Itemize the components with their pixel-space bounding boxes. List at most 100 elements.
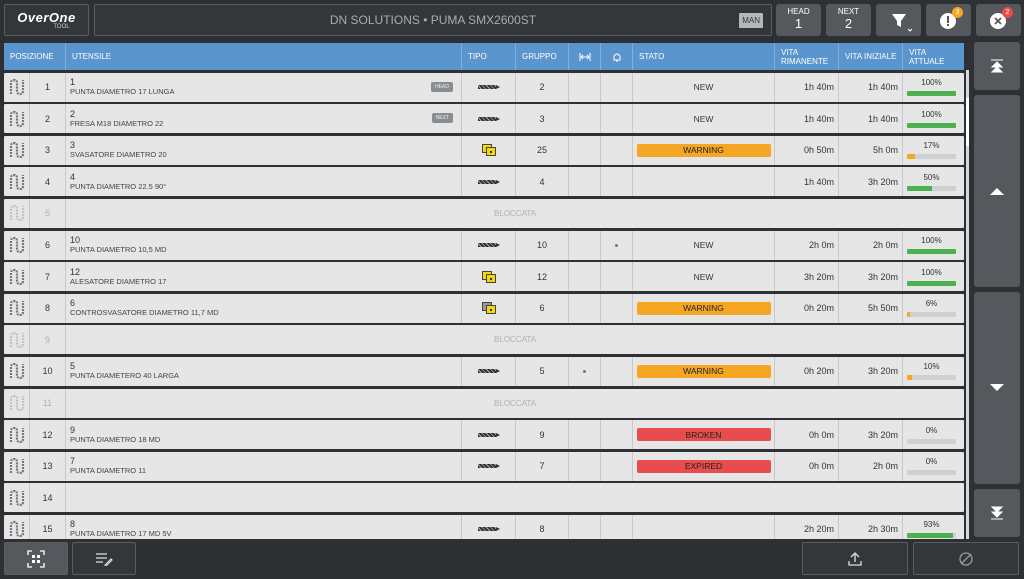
col-stato[interactable]: STATO [633,43,775,70]
col-vita-attuale[interactable]: VITA ATTUALE [903,43,960,70]
row-length-flag [569,293,601,323]
tool-number: 8 [70,519,76,530]
col-clamp[interactable] [601,43,633,70]
table-scrollbar[interactable] [966,70,969,539]
row-vita-attuale: 100% [903,231,960,260]
row-chain-icon [4,167,30,197]
row-gruppo: 5 [516,356,569,386]
table-row[interactable]: 13 7 PUNTA DIAMETRO 11 7 EXPIRED 0h 0m 2h 0m 0% [4,451,964,481]
table-row[interactable]: 15 8 PUNTA DIAMETRO 17 MD 5V 8 2h 20m 2h 30m 9… [4,514,964,539]
col-tipo[interactable]: TIPO [462,43,516,70]
life-percent: 93% [923,520,940,530]
drill-icon [477,179,500,184]
filter-icon [892,14,913,32]
chain-icon [9,331,24,348]
table-body: 1 1 PUNTA DIAMETRO 17 LUNGA HEAD 2 NEW 1h 40m 1… [4,72,964,539]
table-row[interactable]: 4 4 PUNTA DIAMETRO 22.5 90° 4 1h 40m 3h 20m 50… [4,167,964,197]
row-position: 14 [30,483,66,513]
status-badge: NEW [693,113,714,124]
tool-number: 4 [70,171,76,182]
disable-tool-button[interactable] [913,542,1019,575]
locked-row[interactable]: 9 BLOCCATA [4,325,964,355]
double-up-icon [990,59,1004,73]
row-length-flag [569,104,601,134]
row-position: 3 [30,135,66,165]
chain-icon [9,363,24,380]
table-row[interactable]: 6 10 PUNTA DIAMETRO 10,5 MD 10 NEW 2h 0m 2h 0m… [4,230,964,260]
chain-icon [9,458,24,475]
warning-icon [940,13,956,29]
edit-list-button[interactable] [72,542,136,575]
row-clamp-flag [601,104,633,134]
locked-label: BLOCCATA [494,208,536,218]
table-row[interactable]: 2 2 FRESA M18 DIAMETRO 22 NEXT 3 NEW 1h 40m 1h … [4,104,964,134]
filter-button[interactable] [876,4,921,36]
row-stato: NEW [633,230,775,260]
row-gruppo: 6 [516,293,569,323]
head-value: 1 [794,16,803,31]
row-tipo [462,167,516,197]
life-percent: 50% [923,172,940,182]
locked-row[interactable]: 11 BLOCCATA [4,388,964,418]
next-caption: NEXT [837,7,860,16]
status-badge: NEW [693,240,714,251]
row-clamp-flag [601,451,633,481]
row-tipo [462,230,516,260]
row-vita-rimanente: 0h 50m [775,135,839,165]
row-chain-icon [4,72,30,102]
table-row[interactable]: 3 3 SVASATORE DIAMETRO 20 25 WARNING 0h 50m 5h… [4,135,964,165]
export-button[interactable] [802,542,908,575]
drill-icon [477,243,500,248]
row-clamp-flag [601,262,633,292]
warnings-button[interactable]: 3 [926,4,971,36]
row-position: 12 [30,420,66,450]
table-row[interactable]: 8 6 CONTROSVASATORE DIAMETRO 11,7 MD 6 WARNI… [4,293,964,323]
table-row[interactable]: 10 5 PUNTA DIAMETERO 40 LARGA 5 WARNING 0h 20… [4,356,964,386]
tool-number: 5 [70,361,76,372]
scroll-top-button[interactable] [974,42,1020,90]
tool-badge: HEAD [431,81,453,92]
row-gruppo: 25 [516,135,569,165]
col-utensile[interactable]: UTENSILE [66,43,462,70]
col-posizione[interactable]: POSIZIONE [4,43,66,70]
down-icon [990,384,1004,391]
row-vita-rimanente: 1h 40m [775,167,839,197]
table-row[interactable]: 12 9 PUNTA DIAMETRO 18 MD 9 BROKEN 0h 0m 3h 20… [4,420,964,450]
row-length-flag [569,230,601,260]
table-row[interactable]: 1 1 PUNTA DIAMETRO 17 LUNGA HEAD 2 NEW 1h 40m 1… [4,72,964,102]
bottom-bar [0,539,1024,579]
warnings-count-badge: 3 [952,7,963,18]
col-vita-iniziale[interactable]: VITA INIZIALE [839,43,903,70]
row-vita-attuale: 100% [903,104,960,133]
scroll-up-button[interactable] [974,95,1020,287]
col-length[interactable] [569,43,601,70]
life-bar [907,154,956,160]
row-chain-icon [4,135,30,165]
scrollbar-thumb[interactable] [966,98,969,146]
col-gruppo[interactable]: GRUPPO [516,43,569,70]
col-vita-rimanente[interactable]: VITA RIMANENTE [775,43,839,70]
head-button[interactable]: HEAD 1 [776,4,821,36]
head-caption: HEAD [787,7,810,16]
table-row[interactable]: 7 12 ALESATORE DIAMETRO 17 12 NEW 3h 20m 3h 20… [4,262,964,292]
errors-button[interactable]: 2 [976,4,1021,36]
tool-name: SVASATORE DIAMETRO 20 [70,150,167,160]
scroll-bottom-button[interactable] [974,489,1020,537]
locked-row[interactable]: 5 BLOCCATA [4,198,964,228]
row-vita-iniziale: 1h 40m [839,72,903,102]
status-badge: BROKEN [636,428,771,442]
row-tool: 4 PUNTA DIAMETRO 22.5 90° [66,167,462,197]
tool-number: 3 [70,140,76,151]
next-value: 2 [844,16,853,31]
up-icon [990,188,1004,195]
row-stato: BROKEN [633,420,775,450]
next-button[interactable]: NEXT 2 [826,4,871,36]
row-length-flag [569,262,601,292]
scan-button[interactable] [4,542,68,575]
row-length-flag [569,420,601,450]
qr-scan-icon [27,549,45,568]
length-icon [579,52,590,61]
scroll-down-button[interactable] [974,292,1020,484]
table-row[interactable]: 14 [4,483,964,513]
row-tool: 3 SVASATORE DIAMETRO 20 [66,135,462,165]
